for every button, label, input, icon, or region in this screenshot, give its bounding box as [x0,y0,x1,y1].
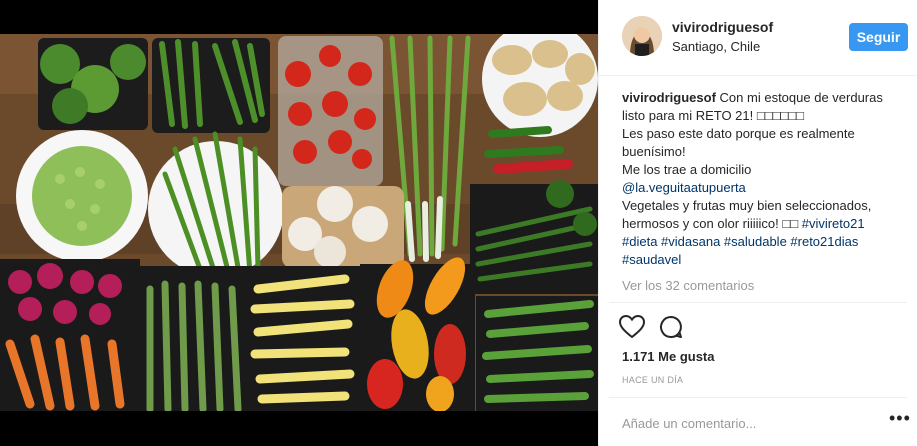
hashtag-link[interactable]: #dieta #vidasana #saludable #reto21dias [622,234,858,249]
caption-username[interactable]: vivirodriguesof [622,90,716,105]
add-comment-input[interactable]: Añade un comentario... [622,416,756,431]
follow-button[interactable]: Seguir [849,23,908,51]
vegetables-photo [0,34,598,411]
post-modal: vivirodriguesof Santiago, Chile Seguir v… [0,0,917,446]
like-count[interactable]: 1.171 Me gusta [622,349,715,364]
divider [609,302,907,303]
avatar-image [622,16,662,56]
heart-icon[interactable] [619,315,645,339]
post-caption: vivirodriguesof Con mi estoque de verdur… [622,89,907,269]
post-header: vivirodriguesof Santiago, Chile Seguir [599,0,917,76]
hashtag-link[interactable]: #vivireto21 [802,216,865,231]
more-options-icon[interactable]: ••• [889,408,911,429]
post-timestamp[interactable]: HACE UN DÍA [622,375,683,385]
view-comments-link[interactable]: Ver los 32 comentarios [622,278,754,293]
post-sidebar: vivirodriguesof Santiago, Chile Seguir v… [598,0,917,446]
avatar[interactable] [622,16,662,56]
divider [609,397,907,398]
hashtag-link[interactable]: #saudavel [622,252,681,267]
action-bar [619,315,683,343]
mention-link[interactable]: @la.veguitaatupuerta [622,180,746,195]
caption-line-2: Les paso este dato porque es realmente b… [622,126,855,159]
location[interactable]: Santiago, Chile [672,39,760,54]
username[interactable]: vivirodriguesof [672,19,773,35]
comment-icon[interactable] [659,315,683,339]
post-media [0,0,598,446]
caption-line-3: Me los trae a domicilio [622,162,752,177]
